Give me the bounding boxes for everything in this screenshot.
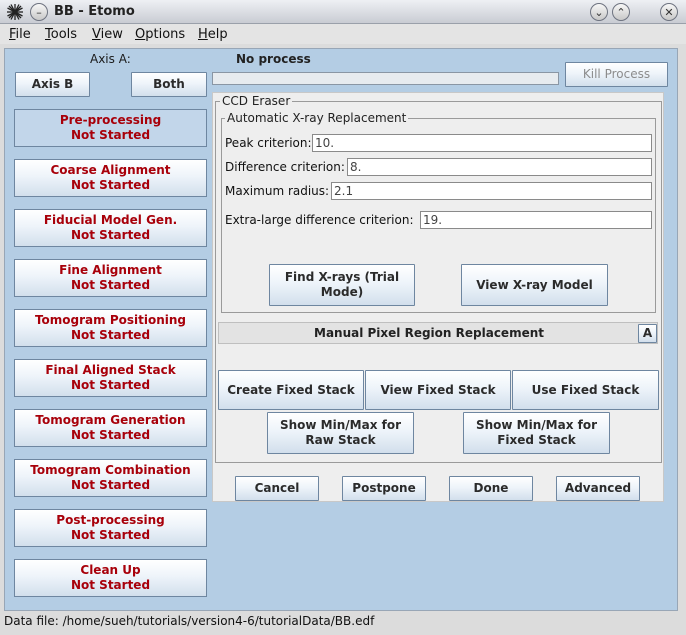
progress-bar xyxy=(212,72,559,85)
extra-large-difference-label: Extra-large difference criterion: xyxy=(225,213,414,227)
menu-view[interactable]: View xyxy=(92,27,123,42)
process-status: No process xyxy=(236,52,311,66)
menu-file[interactable]: File xyxy=(9,27,31,42)
menu-bar: File Tools View Options Help xyxy=(0,24,686,44)
create-fixed-stack-button[interactable]: Create Fixed Stack xyxy=(218,370,364,410)
advanced-button[interactable]: Advanced xyxy=(556,476,640,501)
stage-final-aligned-stack[interactable]: Final Aligned Stack Not Started xyxy=(14,359,207,397)
menu-options[interactable]: Options xyxy=(135,27,185,42)
done-button[interactable]: Done xyxy=(449,476,533,501)
stage-status: Not Started xyxy=(70,178,151,192)
stage-name: Fiducial Model Gen. xyxy=(43,213,178,227)
stage-name: Coarse Alignment xyxy=(50,163,171,177)
stage-fiducial-model-gen[interactable]: Fiducial Model Gen. Not Started xyxy=(14,209,207,247)
stage-status: Not Started xyxy=(70,528,151,542)
stage-name: Tomogram Generation xyxy=(35,413,186,427)
manual-region-toggle[interactable]: A xyxy=(638,324,657,343)
minimize-icon[interactable]: ⌄ xyxy=(590,3,608,21)
stage-name: Tomogram Combination xyxy=(30,463,191,477)
stage-name: Post-processing xyxy=(56,513,165,527)
view-xray-model-button[interactable]: View X-ray Model xyxy=(461,264,608,306)
stage-status: Not Started xyxy=(70,278,151,292)
menu-tools[interactable]: Tools xyxy=(45,27,77,42)
stage-clean-up[interactable]: Clean Up Not Started xyxy=(14,559,207,597)
both-button[interactable]: Both xyxy=(131,72,207,97)
extra-large-difference-field[interactable]: 19. xyxy=(420,211,652,229)
window-title: BB - Etomo xyxy=(54,4,135,19)
close-icon[interactable]: ✕ xyxy=(660,3,678,21)
stage-fine-alignment[interactable]: Fine Alignment Not Started xyxy=(14,259,207,297)
use-fixed-stack-button[interactable]: Use Fixed Stack xyxy=(512,370,659,410)
difference-criterion-field[interactable]: 8. xyxy=(347,158,652,176)
stage-status: Not Started xyxy=(70,428,151,442)
stage-tomogram-combination[interactable]: Tomogram Combination Not Started xyxy=(14,459,207,497)
stage-status: Not Started xyxy=(70,128,151,142)
peak-criterion-field[interactable]: 10. xyxy=(312,134,652,152)
peak-criterion-label: Peak criterion: xyxy=(225,136,312,150)
stage-name: Clean Up xyxy=(80,563,141,577)
axis-b-button[interactable]: Axis B xyxy=(15,72,90,97)
find-xrays-button[interactable]: Find X-rays (Trial Mode) xyxy=(269,264,415,306)
stage-tomogram-generation[interactable]: Tomogram Generation Not Started xyxy=(14,409,207,447)
cancel-button[interactable]: Cancel xyxy=(235,476,319,501)
view-fixed-stack-button[interactable]: View Fixed Stack xyxy=(365,370,511,410)
stage-status: Not Started xyxy=(70,378,151,392)
stage-name: Tomogram Positioning xyxy=(34,313,187,327)
auto-xray-title: Automatic X-ray Replacement xyxy=(225,111,409,125)
window-menu-icon[interactable] xyxy=(6,3,24,21)
difference-criterion-label: Difference criterion: xyxy=(225,160,345,174)
postpone-button[interactable]: Postpone xyxy=(342,476,426,501)
stage-name: Fine Alignment xyxy=(59,263,162,277)
status-bar: Data file: /home/sueh/tutorials/version4… xyxy=(4,614,375,628)
minmax-fixed-button[interactable]: Show Min/Max for Fixed Stack xyxy=(463,412,610,454)
kill-process-button[interactable]: Kill Process xyxy=(565,62,668,87)
stage-status: Not Started xyxy=(70,328,151,342)
maximum-radius-field[interactable]: 2.1 xyxy=(331,182,652,200)
manual-region-title: Manual Pixel Region Replacement xyxy=(314,326,544,340)
stage-coarse-alignment[interactable]: Coarse Alignment Not Started xyxy=(14,159,207,197)
stage-status: Not Started xyxy=(70,228,151,242)
menu-help[interactable]: Help xyxy=(198,27,228,42)
maximum-radius-label: Maximum radius: xyxy=(225,184,330,198)
maximize-icon[interactable]: ⌃ xyxy=(612,3,630,21)
stage-status: Not Started xyxy=(70,478,151,492)
stage-status: Not Started xyxy=(70,578,151,592)
ccd-eraser-title: CCD Eraser xyxy=(220,94,293,108)
axis-label: Axis A: xyxy=(90,52,131,66)
shade-icon[interactable]: – xyxy=(30,3,48,21)
stage-post-processing[interactable]: Post-processing Not Started xyxy=(14,509,207,547)
stage-tomogram-positioning[interactable]: Tomogram Positioning Not Started xyxy=(14,309,207,347)
minmax-raw-button[interactable]: Show Min/Max for Raw Stack xyxy=(267,412,414,454)
stage-name: Pre-processing xyxy=(59,113,162,127)
stage-name: Final Aligned Stack xyxy=(45,363,176,377)
title-bar: – BB - Etomo ⌄ ⌃ ✕ xyxy=(0,0,686,24)
stage-pre-processing[interactable]: Pre-processing Not Started xyxy=(14,109,207,147)
